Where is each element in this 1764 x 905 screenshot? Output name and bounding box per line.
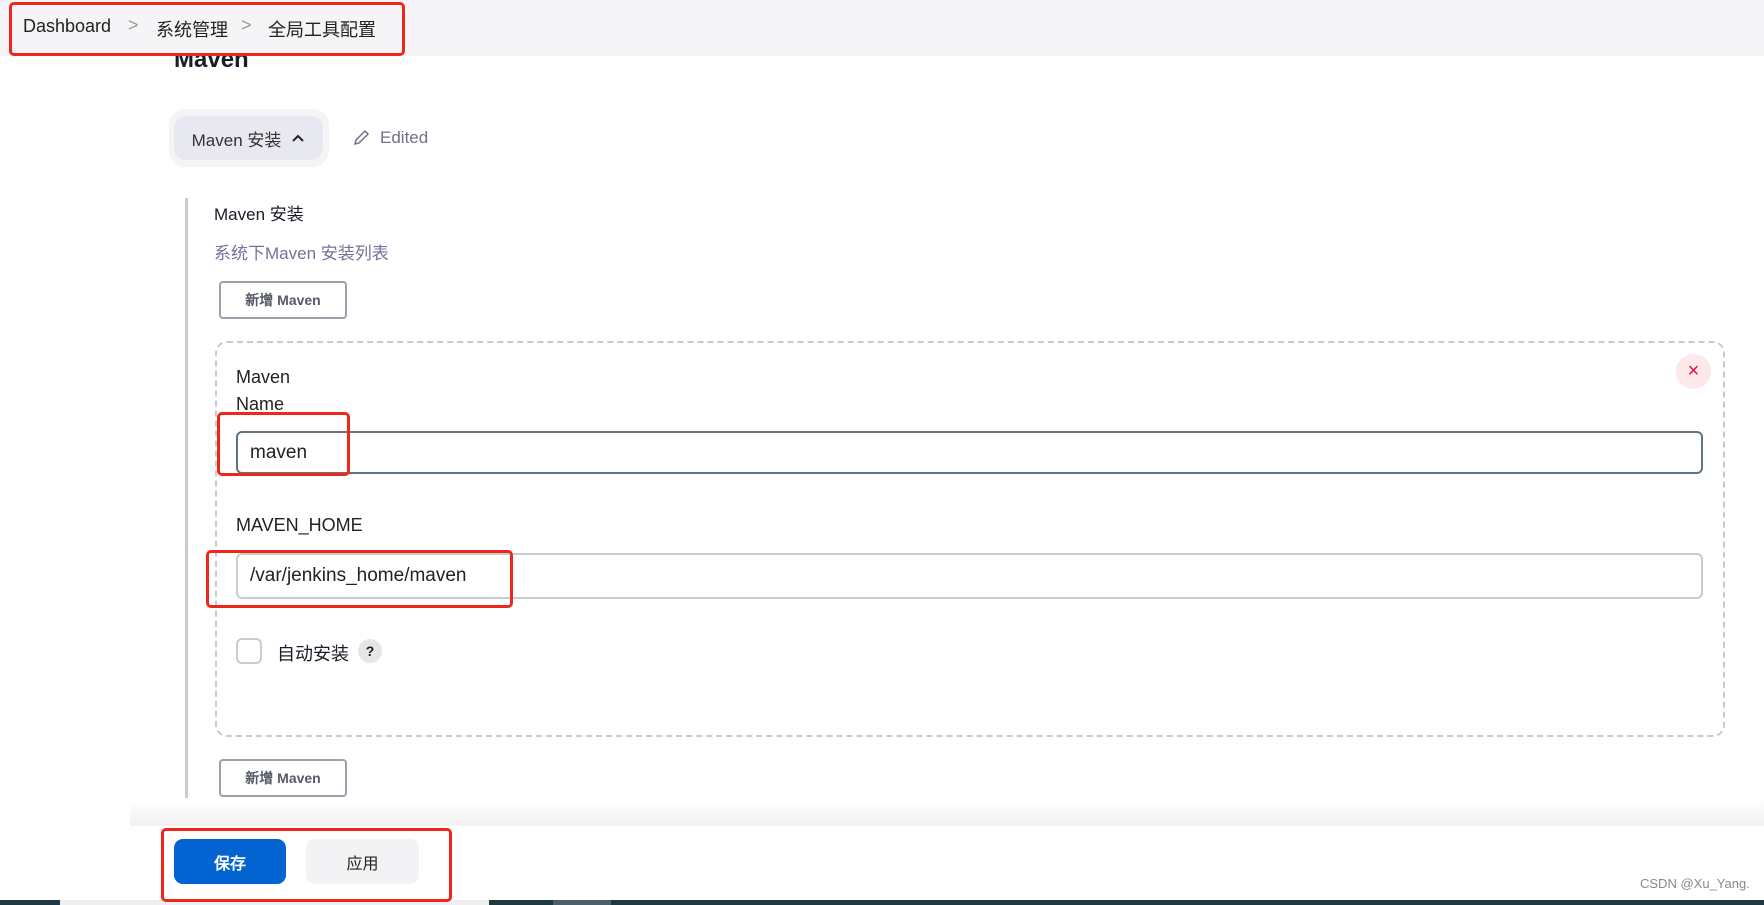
- installations-description: 系统下Maven 安装列表: [214, 244, 389, 263]
- annotation-box-name: [217, 412, 350, 476]
- annotation-box-home: [206, 550, 513, 608]
- help-icon[interactable]: ?: [358, 639, 382, 663]
- chevron-up-icon: [292, 134, 305, 142]
- taskbar-item[interactable]: [553, 900, 611, 905]
- name-label-line1: Maven: [236, 367, 291, 387]
- annotation-box-breadcrumb: [9, 2, 405, 56]
- edited-label: Edited: [380, 128, 429, 147]
- section-divider: [185, 198, 188, 798]
- auto-install-checkbox[interactable]: [236, 638, 262, 664]
- maven-name-input[interactable]: [236, 431, 1703, 474]
- maven-installation-card: [215, 341, 1725, 737]
- toggle-label: Maven 安装: [191, 130, 282, 150]
- annotation-box-buttons: [161, 828, 452, 902]
- add-maven-button[interactable]: 新增 Maven: [219, 281, 347, 319]
- pencil-icon: [353, 129, 370, 146]
- watermark: CSDN @Xu_Yang.: [1640, 876, 1750, 891]
- footer-shadow: [130, 800, 1764, 826]
- maven-installations-toggle[interactable]: Maven 安装: [174, 116, 323, 160]
- installations-label: Maven 安装: [214, 205, 304, 224]
- close-icon[interactable]: ×: [1676, 354, 1711, 389]
- add-maven-button-bottom[interactable]: 新增 Maven: [219, 759, 347, 797]
- auto-install-label: 自动安装: [277, 644, 349, 664]
- edited-indicator: Edited: [352, 128, 428, 148]
- maven-home-label: MAVEN_HOME: [236, 515, 363, 535]
- maven-name-label: Maven Name: [236, 364, 290, 418]
